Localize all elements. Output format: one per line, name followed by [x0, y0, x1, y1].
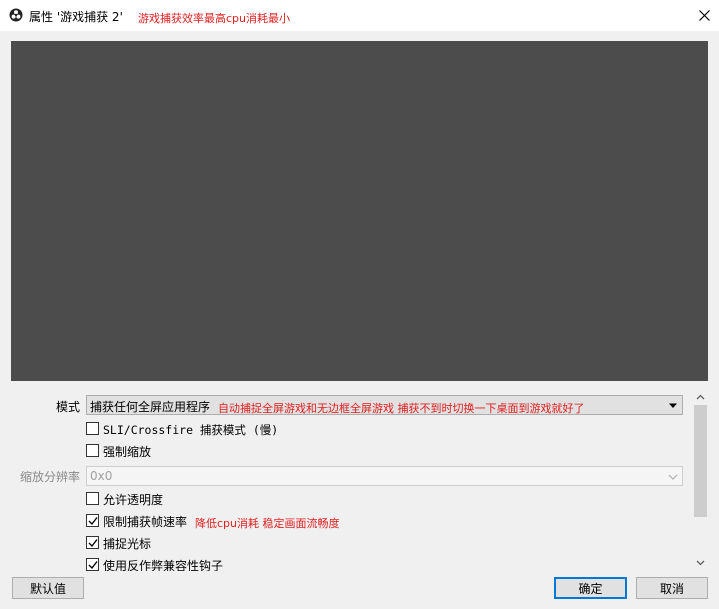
- obs-logo-icon: [9, 8, 23, 22]
- capture-cursor-option[interactable]: 捕捉光标: [86, 535, 206, 553]
- limit-framerate-annotation: 降低cpu消耗 稳定画面流畅度: [195, 517, 340, 530]
- anti-cheat-hook-option[interactable]: 使用反作弊兼容性钩子: [86, 557, 286, 571]
- defaults-button[interactable]: 默认值: [12, 577, 84, 599]
- allow-transparency-checkbox[interactable]: [86, 492, 99, 505]
- capture-cursor-checkbox[interactable]: [86, 536, 99, 549]
- limit-framerate-option[interactable]: 限制捕获帧速率 降低cpu消耗 稳定画面流畅度: [86, 513, 386, 531]
- capture-cursor-label: 捕捉光标: [103, 537, 152, 551]
- close-button[interactable]: [692, 3, 716, 27]
- scroll-thumb[interactable]: [694, 405, 707, 517]
- anti-cheat-hook-checkbox[interactable]: [86, 558, 99, 571]
- sli-crossfire-checkbox[interactable]: [86, 422, 99, 435]
- scale-resolution-select[interactable]: 0x0: [86, 466, 683, 486]
- scale-resolution-label: 缩放分辨率: [20, 470, 81, 484]
- chevron-down-icon: [696, 560, 705, 566]
- chevron-down-icon: [668, 474, 678, 480]
- properties-scrollbar[interactable]: [692, 389, 709, 571]
- title-bar: 属性 '游戏捕获 2' 游戏捕获效率最高cpu消耗最小: [0, 0, 719, 31]
- ok-button[interactable]: 确定: [554, 577, 627, 599]
- sli-crossfire-label: SLI/Crossfire 捕获模式 (慢): [103, 423, 279, 437]
- close-icon: [698, 9, 710, 21]
- mode-annotation: 自动捕捉全屏游戏和无边框全屏游戏 捕获不到时切换一下桌面到游戏就好了: [218, 402, 585, 415]
- checkmark-icon: [88, 517, 98, 526]
- allow-transparency-label: 允许透明度: [103, 493, 164, 507]
- scroll-up-button[interactable]: [692, 389, 709, 405]
- limit-framerate-label: 限制捕获帧速率: [103, 515, 188, 529]
- checkmark-icon: [88, 539, 98, 548]
- cancel-button[interactable]: 取消: [636, 577, 708, 599]
- force-scaling-checkbox[interactable]: [86, 444, 99, 457]
- allow-transparency-option[interactable]: 允许透明度: [86, 491, 206, 509]
- source-preview: [11, 41, 708, 381]
- mode-select[interactable]: 捕获任何全屏应用程序 自动捕捉全屏游戏和无边框全屏游戏 捕获不到时切换一下桌面到…: [86, 395, 683, 415]
- force-scaling-label: 强制缩放: [103, 445, 152, 459]
- checkmark-icon: [88, 561, 98, 570]
- mode-label: 模式: [56, 400, 81, 414]
- anti-cheat-hook-label: 使用反作弊兼容性钩子: [103, 559, 224, 571]
- chevron-up-icon: [696, 394, 705, 400]
- limit-framerate-checkbox[interactable]: [86, 514, 99, 527]
- sli-crossfire-option[interactable]: SLI/Crossfire 捕获模式 (慢): [86, 421, 386, 439]
- title-annotation: 游戏捕获效率最高cpu消耗最小: [138, 12, 291, 25]
- force-scaling-option[interactable]: 强制缩放: [86, 443, 206, 461]
- scale-resolution-value: 0x0: [90, 469, 113, 483]
- scroll-down-button[interactable]: [692, 555, 709, 571]
- window-title: 属性 '游戏捕获 2': [29, 10, 123, 24]
- mode-select-value: 捕获任何全屏应用程序: [90, 400, 211, 414]
- dropdown-arrow-icon: [669, 403, 677, 408]
- properties-panel: 模式 捕获任何全屏应用程序 自动捕捉全屏游戏和无边框全屏游戏 捕获不到时切换一下…: [0, 389, 719, 571]
